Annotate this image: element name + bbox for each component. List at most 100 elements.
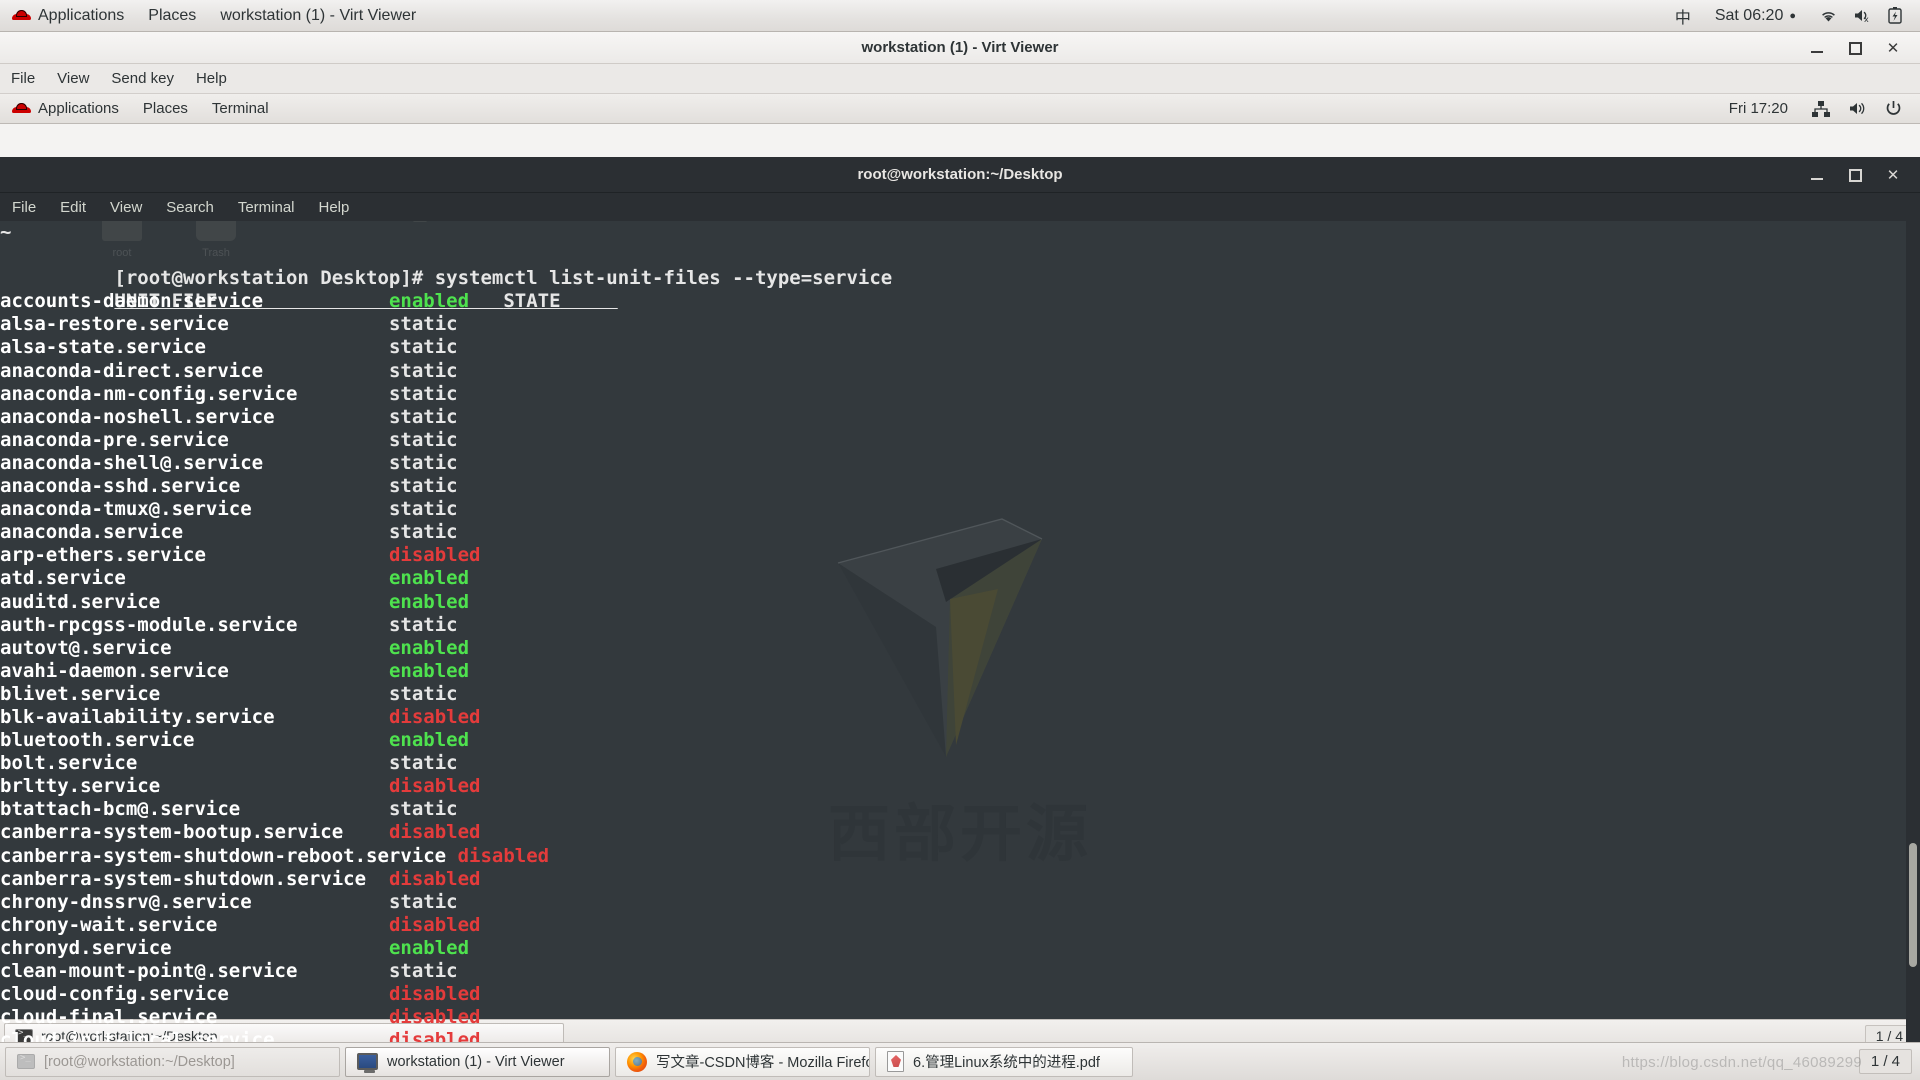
service-row: alsa-state.service static — [0, 336, 1920, 359]
service-state: disabled — [389, 914, 481, 937]
guest-terminal-menu[interactable]: Terminal — [200, 94, 281, 124]
input-method-indicator[interactable]: 中 — [1663, 0, 1703, 32]
service-state: static — [389, 360, 458, 383]
host-taskbar-item-firefox[interactable]: 写文章-CSDN博客 - Mozilla Firefox — [615, 1047, 870, 1077]
vv-menu-send-key[interactable]: Send key — [100, 64, 185, 94]
service-state: static — [389, 683, 458, 706]
terminal-scrollbar[interactable] — [1906, 221, 1920, 1052]
host-taskbar-item-label: 写文章-CSDN博客 - Mozilla Firefox — [656, 1051, 870, 1072]
service-state: static — [389, 313, 458, 336]
service-state: static — [389, 891, 458, 914]
network-icon[interactable] — [1812, 101, 1830, 117]
svg-text:x: x — [1864, 15, 1869, 23]
close-icon[interactable]: ✕ — [1884, 39, 1902, 57]
minimize-icon[interactable] — [1808, 166, 1826, 184]
service-unit-name: arp-ethers.service — [0, 544, 389, 566]
virt-viewer-titlebar[interactable]: workstation (1) - Virt Viewer ✕ — [0, 32, 1920, 64]
service-unit-name: anaconda-sshd.service — [0, 475, 389, 497]
host-places-menu[interactable]: Places — [136, 0, 208, 32]
vv-menu-view[interactable]: View — [46, 64, 100, 94]
host-clock[interactable]: Sat 06:20 ● — [1703, 0, 1808, 32]
host-taskbar-item-pdf[interactable]: 6.管理Linux系统中的进程.pdf — [875, 1047, 1133, 1077]
close-icon[interactable]: ✕ — [1884, 166, 1902, 184]
minimize-icon[interactable] — [1808, 39, 1826, 57]
service-state: disabled — [389, 544, 481, 567]
guest-applications-menu[interactable]: Applications — [0, 94, 131, 124]
host-taskbar-item-label: workstation (1) - Virt Viewer — [387, 1054, 565, 1070]
service-unit-name: cloud-config.service — [0, 983, 389, 1005]
service-row: anaconda-noshell.service static — [0, 406, 1920, 429]
term-menu-view[interactable]: View — [98, 193, 154, 221]
terminal-title: root@workstation:~/Desktop — [857, 166, 1062, 183]
virt-viewer-window: workstation (1) - Virt Viewer ✕ File Vie… — [0, 32, 1920, 1020]
virt-viewer-menubar: File View Send key Help — [0, 64, 1920, 94]
service-unit-name: canberra-system-shutdown.service — [0, 868, 389, 890]
service-row: canberra-system-shutdown-reboot.service … — [0, 845, 1920, 868]
service-unit-name: anaconda-direct.service — [0, 360, 389, 382]
virt-viewer-title: workstation (1) - Virt Viewer — [862, 39, 1059, 56]
recording-dot-icon: ● — [1789, 10, 1796, 22]
host-taskbar-item-terminal[interactable]: [root@workstation:~/Desktop] — [5, 1047, 340, 1077]
wifi-icon[interactable] — [1820, 9, 1837, 23]
service-state: static — [389, 798, 458, 821]
host-applications-label: Applications — [38, 7, 124, 25]
service-row: arp-ethers.service disabled — [0, 544, 1920, 567]
service-state: static — [389, 752, 458, 775]
volume-muted-icon[interactable]: x — [1853, 8, 1872, 23]
terminal-titlebar[interactable]: root@workstation:~/Desktop ✕ — [0, 157, 1920, 193]
service-row: anaconda.service static — [0, 521, 1920, 544]
host-workspace-indicator[interactable]: 1 / 4 — [1859, 1049, 1912, 1074]
service-row: avahi-daemon.service enabled — [0, 660, 1920, 683]
service-row: anaconda-nm-config.service static — [0, 383, 1920, 406]
host-applications-menu[interactable]: Applications — [0, 0, 136, 32]
service-row: auth-rpcgss-module.service static — [0, 614, 1920, 637]
scrollbar-thumb[interactable] — [1909, 843, 1917, 967]
guest-places-menu[interactable]: Places — [131, 94, 200, 124]
service-unit-name: accounts-daemon.service — [0, 290, 389, 312]
service-unit-name: auditd.service — [0, 591, 389, 613]
host-window-menu[interactable]: workstation (1) - Virt Viewer — [208, 0, 428, 32]
term-menu-file[interactable]: File — [0, 193, 48, 221]
battery-charging-icon[interactable] — [1888, 7, 1902, 24]
maximize-icon[interactable] — [1846, 166, 1864, 184]
vv-menu-file[interactable]: File — [0, 64, 46, 94]
service-unit-name: chrony-wait.service — [0, 914, 389, 936]
guest-terminal-label: Terminal — [212, 100, 269, 117]
vv-menu-help[interactable]: Help — [185, 64, 238, 94]
service-unit-name: autovt@.service — [0, 637, 389, 659]
service-row: anaconda-sshd.service static — [0, 475, 1920, 498]
term-menu-terminal[interactable]: Terminal — [226, 193, 307, 221]
service-unit-name: anaconda-pre.service — [0, 429, 389, 451]
term-menu-edit[interactable]: Edit — [48, 193, 98, 221]
guest-applications-label: Applications — [38, 100, 119, 117]
terminal-icon — [17, 1054, 35, 1069]
maximize-icon[interactable] — [1846, 39, 1864, 57]
service-state: enabled — [389, 591, 469, 614]
power-icon[interactable] — [1885, 100, 1902, 117]
firefox-icon — [627, 1052, 647, 1072]
term-menu-help[interactable]: Help — [307, 193, 362, 221]
service-unit-name: canberra-system-bootup.service — [0, 821, 389, 843]
host-tray-icons[interactable]: x — [1808, 0, 1920, 32]
host-taskbar: [root@workstation:~/Desktop] workstation… — [0, 1042, 1920, 1080]
virt-viewer-window-controls: ✕ — [1808, 32, 1914, 64]
service-unit-name: anaconda-noshell.service — [0, 406, 389, 428]
volume-icon[interactable] — [1848, 101, 1867, 116]
service-unit-name: anaconda.service — [0, 521, 389, 543]
header-trail — [561, 290, 618, 312]
terminal-screen[interactable]: root Trash 西部开源 — [0, 221, 1920, 1052]
service-row: cloud-final.service disabled — [0, 1006, 1920, 1029]
service-state: static — [389, 336, 458, 359]
service-row: chronyd.service enabled — [0, 937, 1920, 960]
host-taskbar-item-virt-viewer[interactable]: workstation (1) - Virt Viewer — [345, 1047, 610, 1077]
service-row: autovt@.service enabled — [0, 637, 1920, 660]
service-state: static — [389, 498, 458, 521]
host-clock-label: Sat 06:20 — [1715, 7, 1784, 25]
service-unit-name: clean-mount-point@.service — [0, 960, 389, 982]
term-menu-search[interactable]: Search — [154, 193, 226, 221]
guest-clock-label: Fri 17:20 — [1729, 100, 1788, 117]
guest-top-panel: Applications Places Terminal Fri 17:20 — [0, 94, 1920, 124]
service-row: bluetooth.service enabled — [0, 729, 1920, 752]
service-row: canberra-system-bootup.service disabled — [0, 821, 1920, 844]
guest-clock[interactable]: Fri 17:20 — [1717, 94, 1800, 124]
